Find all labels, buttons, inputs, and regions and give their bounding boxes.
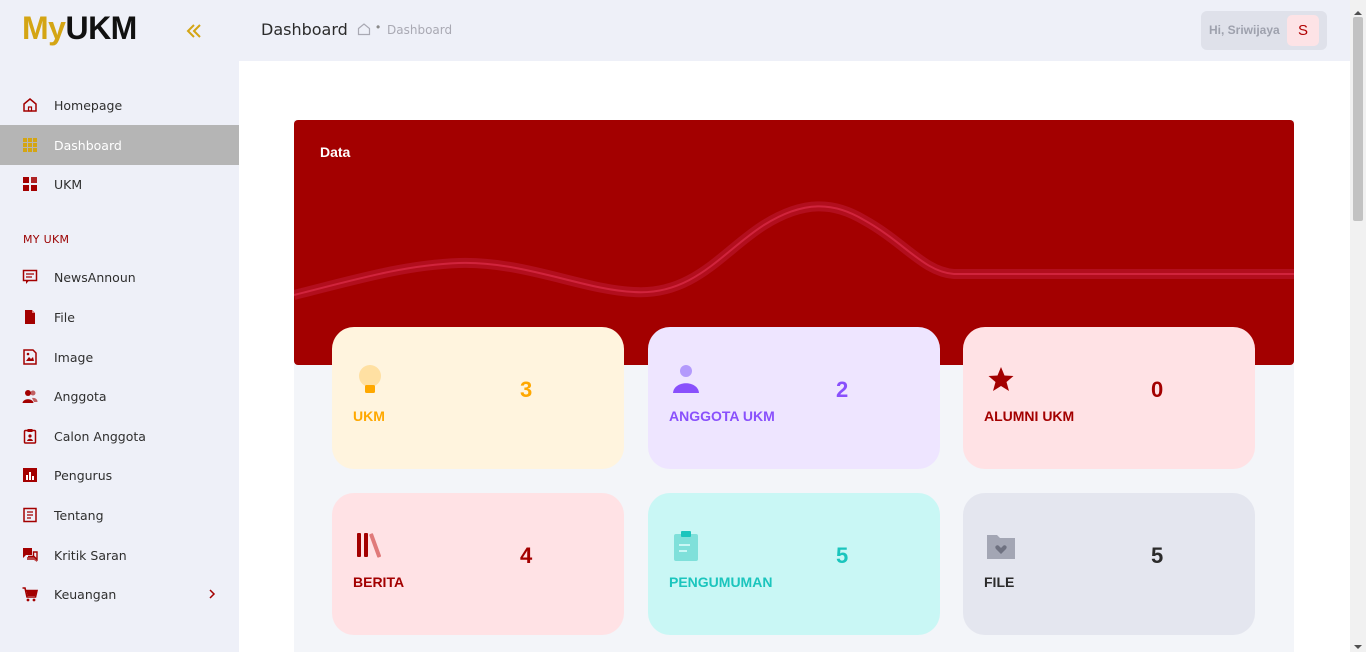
stat-card-label: PENGUMUMAN [669,574,773,590]
scroll-down-arrow-icon[interactable] [1354,638,1362,649]
grid-icon [22,137,38,153]
sidebar-item-label: Anggota [54,388,107,404]
sidebar-item-homepage[interactable]: Homepage [0,85,239,125]
sidebar-item-label: NewsAnnoun [54,269,136,285]
page-scrollbar[interactable] [1350,0,1366,652]
sidebar-item-label: Image [54,349,94,365]
image-icon [22,349,38,365]
folder-heart-icon [985,529,1017,563]
star-icon [985,363,1017,397]
cart-icon [22,586,39,602]
stat-card-anggota-ukm[interactable]: ANGGOTA UKM 2 [648,327,940,469]
stat-card-file[interactable]: FILE 5 [963,493,1255,635]
sidebar-item-label: Kritik Saran [54,547,127,563]
stat-card-value: 4 [520,543,533,568]
sidebar-item-label: UKM [54,176,83,192]
sidebar-item-anggota[interactable]: Anggota [0,376,239,416]
stat-card-value: 3 [520,377,533,402]
sidebar-item-label: Pengurus [54,467,113,483]
collapse-sidebar-icon[interactable] [183,20,205,42]
breadcrumb-separator: • [376,20,381,34]
file-icon [22,309,38,325]
stat-card-alumni-ukm[interactable]: ALUMNI UKM 0 [963,327,1255,469]
section-label-my-ukm: MY UKM [23,233,70,246]
stat-card-value: 0 [1151,377,1164,402]
sidebar-item-dashboard[interactable]: Dashboard [0,125,239,165]
user-menu-button[interactable]: Hi, Sriwijaya S [1201,11,1327,50]
sidebar-item-newsannoun[interactable]: NewsAnnoun [0,257,239,297]
sidebar-item-label: File [54,309,75,325]
sidebar-item-label: Calon Anggota [54,428,146,444]
sidebar-item-label: Homepage [54,97,123,113]
stat-card-label: ANGGOTA UKM [669,408,775,424]
sidebar-item-kritik-saran[interactable]: Kritik Saran [0,535,239,575]
sidebar-item-image[interactable]: Image [0,337,239,377]
library-icon [354,529,386,563]
user-greeting: Hi, Sriwijaya [1209,23,1280,37]
chat-icon [22,547,38,563]
chevron-right-icon[interactable] [207,587,217,601]
document-icon [22,507,38,523]
banner-title: Data [320,144,351,160]
breadcrumb-current[interactable]: Dashboard [387,23,452,37]
sidebar-item-keuangan[interactable]: Keuangan [0,574,239,614]
home-icon [22,97,38,113]
scrollbar-thumb[interactable] [1353,17,1363,221]
sidebar-item-ukm[interactable]: UKM [0,164,239,204]
lightbulb-icon [354,363,386,397]
stat-card-value: 2 [836,377,849,402]
stat-card-ukm[interactable]: UKM 3 [332,327,624,469]
stat-card-label: UKM [353,408,385,424]
top-header: Dashboard • Dashboard Hi, Sriwijaya S [239,0,1350,61]
message-icon [22,269,38,285]
bar-chart-icon [22,467,38,483]
avatar: S [1287,15,1319,46]
stat-card-value: 5 [1151,543,1164,568]
sidebar-item-label: Keuangan [54,586,117,602]
sidebar-item-file[interactable]: File [0,297,239,337]
stat-card-label: ALUMNI UKM [984,408,1075,424]
stat-card-berita[interactable]: BERITA 4 [332,493,624,635]
stat-card-label: BERITA [353,574,405,590]
breadcrumb-home-icon[interactable] [357,22,371,36]
sidebar-item-calon-anggota[interactable]: Calon Anggota [0,416,239,456]
user-icon [670,363,702,397]
stat-card-label: FILE [984,574,1015,590]
page-title: Dashboard [261,20,348,39]
sidebar-item-label: Dashboard [54,137,122,153]
apps-icon [22,176,38,192]
sidebar-item-tentang[interactable]: Tentang [0,495,239,535]
users-icon [22,388,38,404]
stat-card-value: 5 [836,543,849,568]
clipboard-icon [670,529,702,563]
clipboard-user-icon [22,428,38,444]
sidebar-item-label: Tentang [54,507,104,523]
sidebar-item-pengurus[interactable]: Pengurus [0,455,239,495]
stat-card-pengumuman[interactable]: PENGUMUMAN 5 [648,493,940,635]
scroll-up-arrow-icon[interactable] [1354,4,1362,15]
sidebar: MyUKM Homepage Dashboard UKM MY UKM News… [0,0,239,652]
app-logo[interactable]: MyUKM [22,10,137,47]
